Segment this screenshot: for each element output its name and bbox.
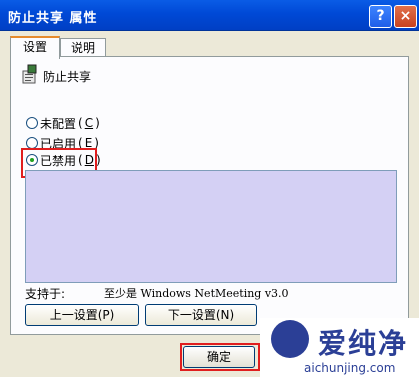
supported-on-label: 支持于: (25, 287, 66, 301)
watermark-logo (271, 320, 309, 358)
shortcut-open: ( (78, 116, 83, 130)
shortcut-key: C (84, 116, 94, 130)
title-bar[interactable]: 防止共享 属性 ? × (0, 0, 419, 31)
highlight-box-ok (180, 343, 260, 371)
next-setting-button[interactable]: 下一设置(N) (145, 304, 257, 326)
supported-on-value: 至少是 Windows NetMeeting v3.0 (104, 287, 289, 300)
group-policy-icon (22, 64, 37, 84)
shortcut-close: ) (95, 116, 100, 130)
radio-label: 未配置 (40, 116, 77, 131)
previous-setting-button[interactable]: 上一设置(P) (25, 304, 139, 326)
properties-dialog: 防止共享 属性 ? × 设置 说明 防止共享 未配置(C) 已启用(E) 已禁用… (0, 0, 419, 377)
policy-title: 防止共享 (43, 70, 92, 84)
watermark-main-text: 爱纯净 (318, 327, 409, 360)
description-area (25, 170, 397, 283)
watermark-sub-text: aichunjing.com (304, 361, 396, 375)
help-button[interactable]: ? (369, 5, 392, 28)
tab-settings[interactable]: 设置 (10, 36, 60, 59)
close-button[interactable]: × (394, 5, 417, 28)
radio-button[interactable] (26, 117, 38, 129)
tab-explain[interactable]: 说明 (60, 38, 106, 57)
window-title: 防止共享 属性 (8, 11, 98, 26)
radio-not-configured[interactable]: 未配置(C) (26, 115, 100, 131)
